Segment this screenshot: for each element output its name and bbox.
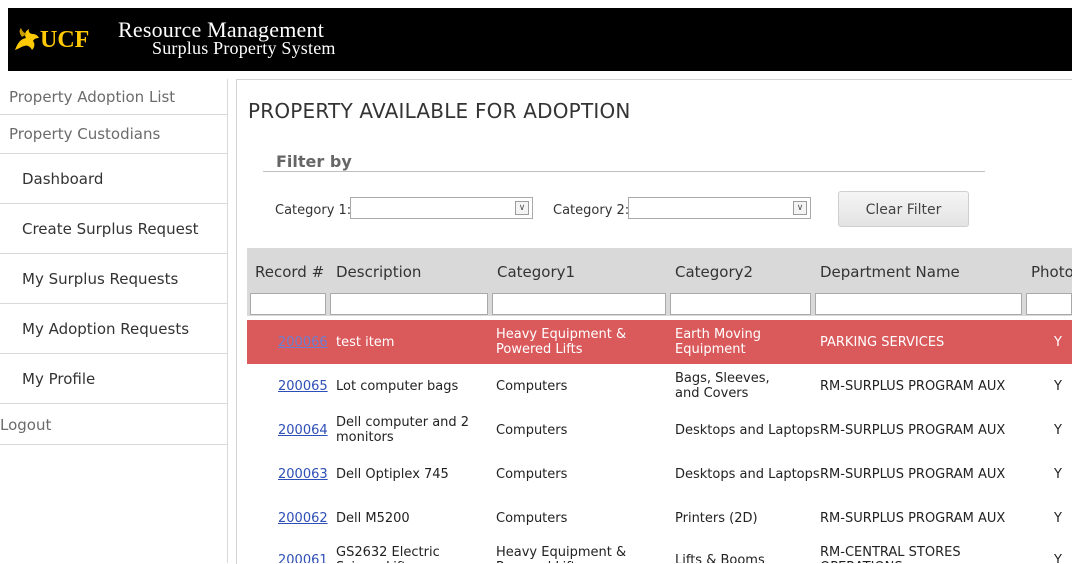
table-row[interactable]: 200062 Dell M5200 Computers Printers (2D… (247, 496, 1072, 540)
record-filter-input[interactable] (250, 293, 326, 315)
chevron-down-icon[interactable]: ∨ (793, 201, 807, 215)
page-title: PROPERTY AVAILABLE FOR ADOPTION (248, 99, 631, 123)
category1-cell: Computers (496, 511, 568, 526)
category1-label: Category 1: (275, 203, 352, 218)
sidebar-item-label: My Surplus Requests (22, 270, 179, 288)
department-cell: RM-CENTRAL STORES OPERATIONS (820, 545, 961, 563)
sidebar-item-my-surplus-requests[interactable]: My Surplus Requests (0, 254, 228, 304)
column-header-record[interactable]: Record # (255, 263, 324, 281)
category1-cell: Computers (496, 467, 568, 482)
app-title-block: Resource Management Surplus Property Sys… (118, 17, 336, 58)
record-link[interactable]: 200062 (278, 511, 328, 526)
department-cell: RM-SURPLUS PROGRAM AUX (820, 423, 1006, 438)
category2-cell: Lifts & Booms (675, 553, 765, 563)
description-cell: Dell Optiplex 745 (336, 467, 449, 482)
sidebar-item-label: My Adoption Requests (22, 320, 190, 338)
table-row[interactable]: 200066 test item Heavy Equipment & Power… (247, 320, 1072, 364)
category2-select[interactable]: ∨ (628, 197, 811, 219)
sidebar-item-logout[interactable]: Logout (0, 406, 228, 445)
sidebar-item-property-adoption-list[interactable]: Property Adoption List (0, 79, 228, 115)
description-cell: test item (336, 335, 395, 350)
category2-label: Category 2: (553, 203, 630, 218)
record-link[interactable]: 200064 (278, 423, 328, 438)
photos-cell: Y (1054, 423, 1062, 438)
photos-cell: Y (1054, 553, 1062, 563)
filter-divider (263, 171, 985, 172)
table-row[interactable]: 200065 Lot computer bags Computers Bags,… (247, 364, 1072, 408)
app-header: UCF Resource Management Surplus Property… (8, 8, 1072, 71)
photos-cell: Y (1054, 467, 1062, 482)
sidebar-item-label: Create Surplus Request (22, 220, 199, 238)
chevron-down-icon[interactable]: ∨ (515, 201, 529, 215)
category1-cell: Heavy Equipment & Powered Lifts (496, 545, 627, 563)
department-cell: RM-SURPLUS PROGRAM AUX (820, 511, 1006, 526)
sidebar-item-property-custodians[interactable]: Property Custodians (0, 115, 228, 154)
category1-cell: Computers (496, 379, 568, 394)
description-cell: GS2632 Electric Scissor Lift (336, 545, 440, 563)
ucf-logo-text: UCF (40, 26, 90, 53)
table-row[interactable]: 200061 GS2632 Electric Scissor Lift Heav… (247, 540, 1072, 563)
category1-filter-input[interactable] (492, 293, 666, 315)
category2-cell: Bags, Sleeves, and Covers (675, 371, 770, 401)
clear-filter-button[interactable]: Clear Filter (838, 191, 969, 227)
sidebar-item-label: My Profile (22, 370, 96, 388)
sidebar-divider (227, 79, 228, 563)
photos-filter-input[interactable] (1026, 293, 1072, 315)
sidebar: Property Adoption List Property Custodia… (0, 79, 228, 563)
sidebar-item-label: Logout (0, 416, 52, 434)
category2-cell: Earth Moving Equipment (675, 327, 761, 357)
photos-cell: Y (1054, 379, 1062, 394)
table-row[interactable]: 200063 Dell Optiplex 745 Computers Deskt… (247, 452, 1072, 496)
department-filter-input[interactable] (815, 293, 1022, 315)
record-link[interactable]: 200065 (278, 379, 328, 394)
column-header-category2[interactable]: Category2 (675, 263, 753, 281)
category2-cell: Desktops and Laptops (675, 423, 820, 438)
category2-cell: Desktops and Laptops (675, 467, 820, 482)
sidebar-item-dashboard[interactable]: Dashboard (0, 154, 228, 204)
department-cell: RM-SURPLUS PROGRAM AUX (820, 467, 1006, 482)
description-cell: Lot computer bags (336, 379, 459, 394)
photos-cell: Y (1054, 511, 1062, 526)
description-filter-input[interactable] (330, 293, 488, 315)
app-subtitle: Surplus Property System (152, 38, 336, 58)
sidebar-item-my-profile[interactable]: My Profile (0, 354, 228, 404)
column-header-photos[interactable]: Photos (1031, 263, 1072, 281)
sidebar-item-create-surplus-request[interactable]: Create Surplus Request (0, 204, 228, 254)
ucf-logo[interactable]: UCF (12, 20, 89, 60)
column-header-category1[interactable]: Category1 (497, 263, 575, 281)
sidebar-item-label: Property Adoption List (9, 88, 176, 106)
category1-select[interactable]: ∨ (350, 197, 533, 219)
description-cell: Dell M5200 (336, 511, 410, 526)
app-title: Resource Management (118, 17, 325, 42)
record-link[interactable]: 200063 (278, 467, 328, 482)
sidebar-item-label: Property Custodians (9, 125, 161, 143)
category2-cell: Printers (2D) (675, 511, 758, 526)
category1-cell: Computers (496, 423, 568, 438)
category1-cell: Heavy Equipment & Powered Lifts (496, 327, 627, 357)
table-row[interactable]: 200064 Dell computer and 2 monitors Comp… (247, 408, 1072, 452)
pegasus-icon (15, 28, 39, 50)
column-header-description[interactable]: Description (336, 263, 421, 281)
category2-filter-input[interactable] (670, 293, 811, 315)
sidebar-item-my-adoption-requests[interactable]: My Adoption Requests (0, 304, 228, 354)
description-cell: Dell computer and 2 monitors (336, 415, 470, 445)
department-cell: PARKING SERVICES (820, 335, 945, 350)
photos-cell: Y (1054, 335, 1062, 350)
column-header-department[interactable]: Department Name (820, 263, 960, 281)
sidebar-item-label: Dashboard (22, 170, 104, 188)
filter-heading: Filter by (276, 152, 352, 171)
record-link[interactable]: 200066 (278, 335, 328, 350)
record-link[interactable]: 200061 (278, 553, 328, 563)
department-cell: RM-SURPLUS PROGRAM AUX (820, 379, 1006, 394)
